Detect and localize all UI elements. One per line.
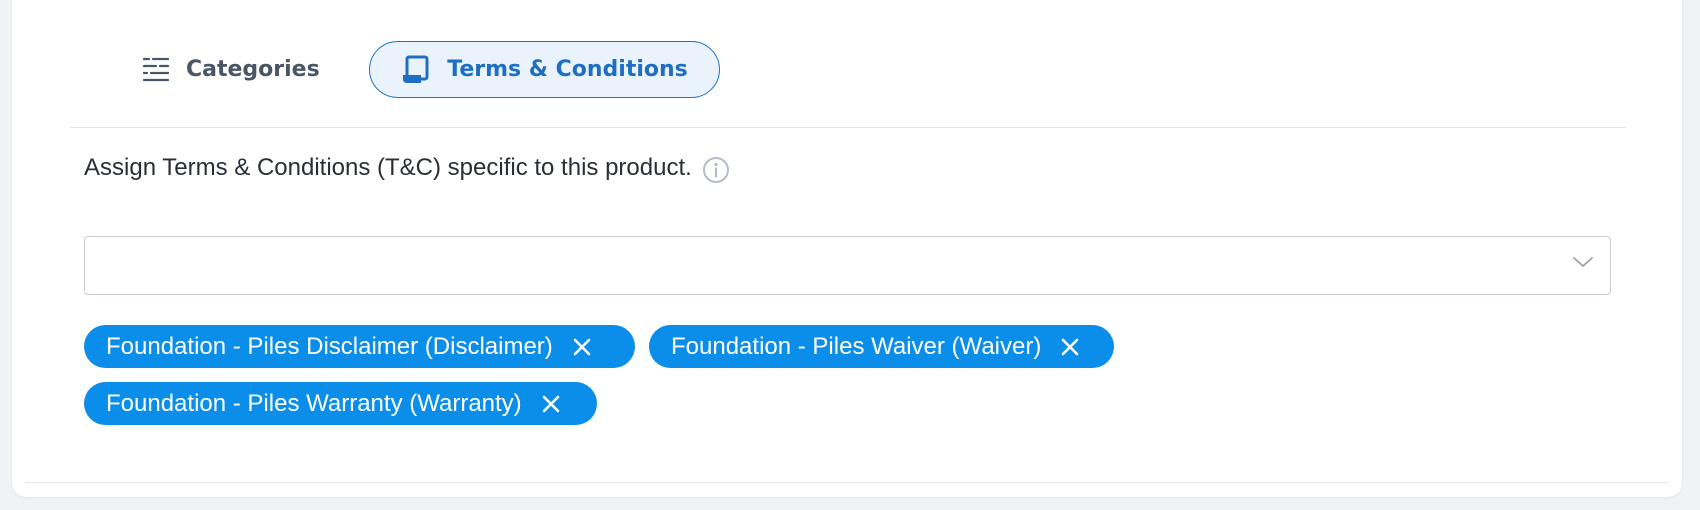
section-divider: [26, 482, 1668, 483]
terms-instruction-text: Assign Terms & Conditions (T&C) specific…: [84, 154, 692, 181]
tab-categories-label: Categories: [186, 56, 320, 82]
close-icon[interactable]: [573, 338, 591, 356]
terms-chip-label: Foundation - Piles Disclaimer (Disclaime…: [106, 332, 553, 360]
categories-icon: [142, 56, 170, 82]
terms-chip: Foundation - Piles Waiver (Waiver): [649, 325, 1114, 368]
close-icon[interactable]: [1061, 338, 1079, 356]
terms-chip: Foundation - Piles Warranty (Warranty): [84, 382, 597, 425]
terms-chip-label: Foundation - Piles Waiver (Waiver): [671, 332, 1042, 360]
product-settings-card: Categories Terms & Conditions Assign Ter…: [12, 0, 1682, 497]
close-icon[interactable]: [542, 395, 560, 413]
tab-terms-conditions[interactable]: Terms & Conditions: [369, 41, 720, 98]
terms-chip: Foundation - Piles Disclaimer (Disclaime…: [84, 325, 635, 368]
tab-categories[interactable]: Categories: [130, 41, 332, 97]
terms-chip-label: Foundation - Piles Warranty (Warranty): [106, 389, 522, 417]
terms-select-dropdown[interactable]: [84, 236, 1611, 295]
info-icon[interactable]: [702, 156, 730, 184]
scroll-document-icon: [401, 55, 431, 85]
chevron-down-icon[interactable]: [1572, 255, 1594, 274]
terms-instruction-row: Assign Terms & Conditions (T&C) specific…: [84, 152, 730, 184]
tab-terms-label: Terms & Conditions: [447, 57, 688, 82]
tab-divider: [70, 127, 1626, 128]
